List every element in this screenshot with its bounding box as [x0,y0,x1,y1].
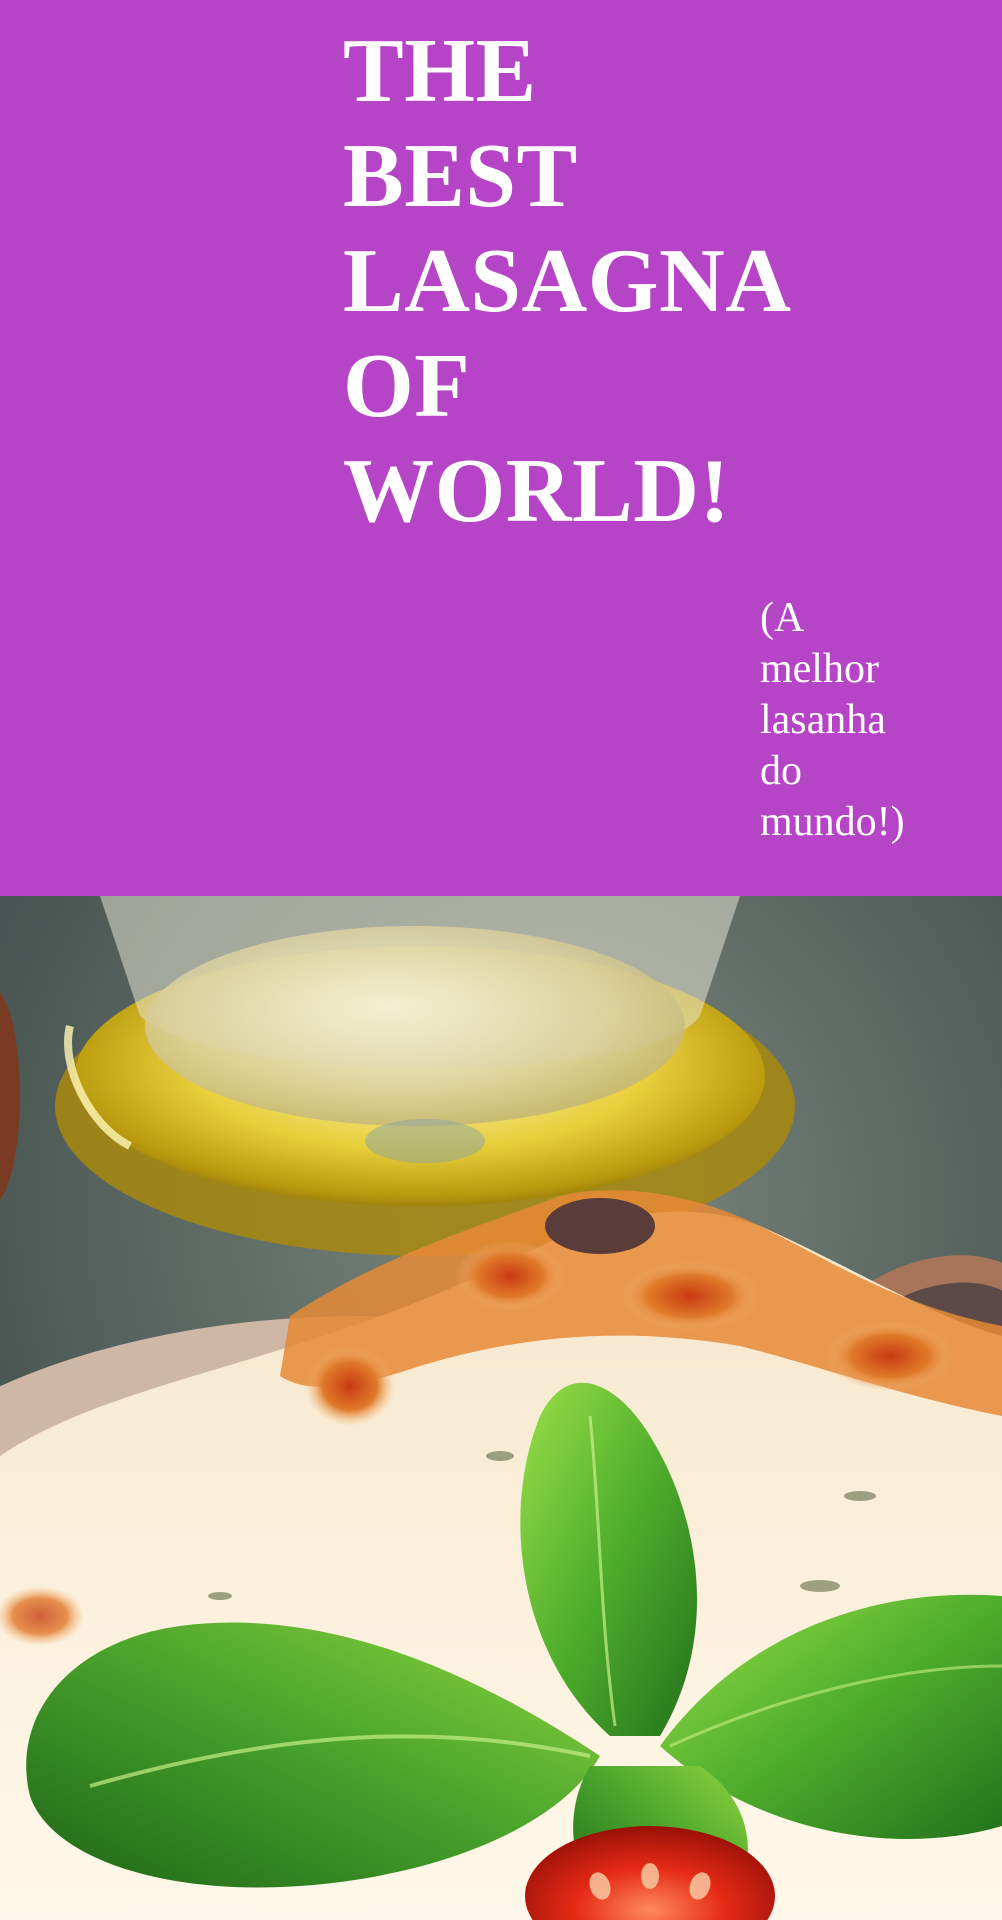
title-line: THE [343,20,537,121]
title-panel: THE BEST LASAGNA OF WORLD! (A melhor las… [0,0,1002,896]
subtitle-line: mundo!) [760,799,905,845]
lasagna-photo-illustration [0,896,1002,1920]
subtitle: (A melhor lasanha do mundo!) [760,593,905,848]
lasagna-photo [0,896,1002,1920]
subtitle-line: do [760,748,802,794]
title-line: WORLD! [343,440,731,541]
subtitle-line: (A [760,595,805,641]
title-line: OF [343,335,471,436]
subtitle-line: melhor [760,646,879,692]
page-title: THE BEST LASAGNA OF WORLD! [343,18,791,543]
title-line: LASAGNA [343,230,792,331]
title-line: BEST [343,125,578,226]
poster: THE BEST LASAGNA OF WORLD! (A melhor las… [0,0,1002,1920]
subtitle-line: lasanha [760,697,886,743]
